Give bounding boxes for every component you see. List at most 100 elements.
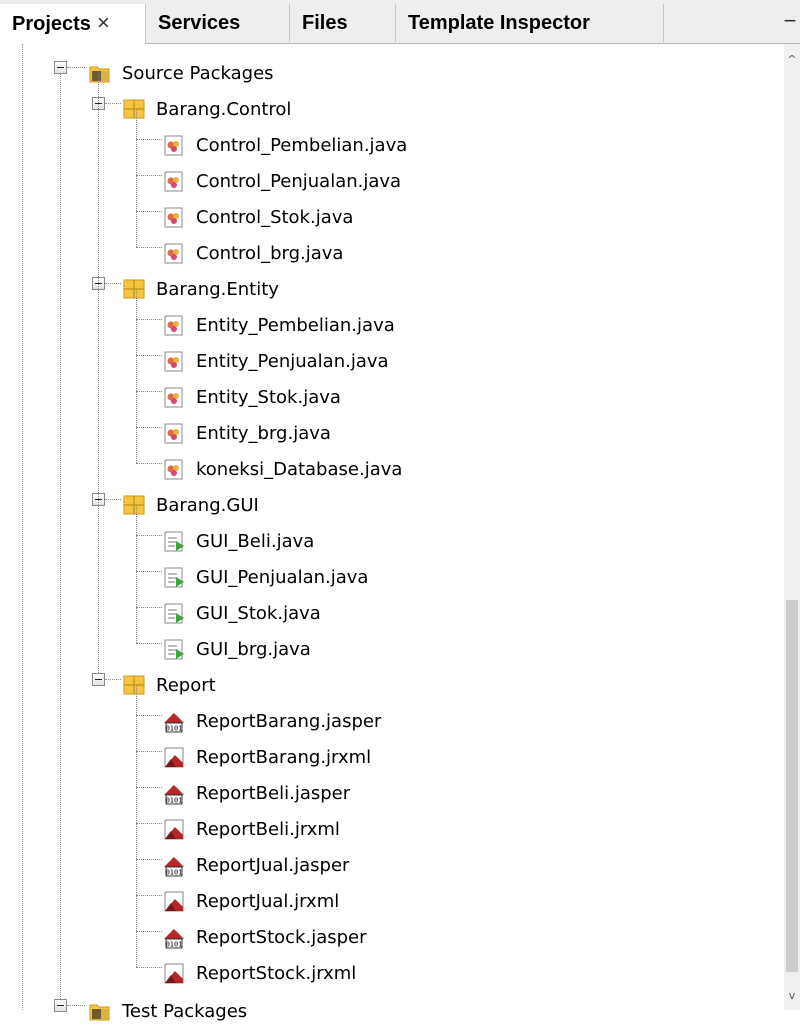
vertical-scrollbar[interactable]: ^ v	[784, 44, 800, 1010]
tree-node-file-label: ReportBeli.jasper	[196, 782, 351, 804]
tree-node-file-label: GUI_Stok.java	[196, 602, 321, 624]
tree-node-source-packages[interactable]: Source Packages	[88, 55, 274, 91]
tree-node-file[interactable]: Entity_Stok.java	[162, 379, 341, 415]
tree-connector	[136, 751, 162, 752]
tree-connector	[136, 110, 137, 247]
tree-node-file[interactable]: koneksi_Database.java	[162, 451, 402, 487]
scroll-thumb[interactable]	[786, 600, 798, 972]
scroll-up-icon[interactable]: ^	[784, 52, 800, 68]
java-form-icon	[162, 601, 186, 625]
tree-node-package[interactable]: Barang.Control	[122, 91, 291, 127]
tab-projects-label: Projects	[12, 13, 91, 35]
tree-node-file-label: ReportJual.jrxml	[196, 890, 340, 912]
tab-template-inspector[interactable]: Template Inspector	[396, 4, 664, 42]
jasper-icon: 0101	[162, 781, 186, 805]
java-class-icon	[162, 313, 186, 337]
tree-connector	[136, 643, 162, 644]
jrxml-icon	[162, 961, 186, 985]
tree-connector	[105, 679, 121, 680]
tree-node-file-label: Control_brg.java	[196, 242, 344, 264]
tree-node-file[interactable]: Control_Pembelian.java	[162, 127, 407, 163]
tree-node-file-label: ReportStock.jasper	[196, 926, 367, 948]
tree-node-file[interactable]: ReportJual.jrxml	[162, 883, 339, 919]
tab-bar: Projects × Services Files Template Inspec…	[0, 0, 800, 45]
tree-node-file-label: Control_Penjualan.java	[196, 170, 402, 192]
tree-node-package-label: Barang.GUI	[156, 494, 259, 516]
tree-node-file-label: Control_Stok.java	[196, 206, 354, 228]
tree-node-file[interactable]: 0101 ReportBarang.jasper	[162, 703, 381, 739]
expander-icon[interactable]	[92, 673, 105, 686]
tree-node-file[interactable]: Entity_Pembelian.java	[162, 307, 395, 343]
tree-node-package-label: Report	[156, 674, 216, 696]
tree-connector	[136, 895, 162, 896]
tree-node-file-label: Control_Pembelian.java	[196, 134, 408, 156]
tree-connector	[136, 290, 137, 463]
tree-connector	[136, 607, 162, 608]
tree-connector	[67, 1005, 85, 1006]
tab-files[interactable]: Files	[290, 4, 396, 42]
tree-node-file[interactable]: Entity_brg.java	[162, 415, 331, 451]
tree-node-source-packages-label: Source Packages	[122, 62, 274, 84]
tree-node-file-label: ReportBarang.jasper	[196, 710, 382, 732]
tree-connector	[136, 931, 162, 932]
java-form-icon	[162, 565, 186, 589]
tree-connector	[136, 823, 162, 824]
tree-node-file[interactable]: Control_Stok.java	[162, 199, 353, 235]
svg-text:0101: 0101	[166, 941, 183, 949]
tree-node-file-label: GUI_Penjualan.java	[196, 566, 369, 588]
tree-node-file[interactable]: GUI_brg.java	[162, 631, 311, 667]
jrxml-icon	[162, 817, 186, 841]
tree-node-file[interactable]: GUI_Beli.java	[162, 523, 314, 559]
package-icon	[122, 493, 146, 517]
tree-node-file[interactable]: 0101 ReportJual.jasper	[162, 847, 349, 883]
java-form-icon	[162, 637, 186, 661]
tab-files-label: Files	[302, 12, 348, 34]
svg-text:0101: 0101	[166, 725, 183, 733]
tree-connector	[105, 283, 121, 284]
tree-node-file[interactable]: 0101 ReportStock.jasper	[162, 919, 367, 955]
minimize-icon[interactable]: −	[780, 6, 800, 40]
tab-services[interactable]: Services	[146, 4, 290, 42]
project-tree: Source Packages Barang.Control Control_Pem…	[0, 44, 800, 1022]
tree-node-package-label: Barang.Control	[156, 98, 292, 120]
tree-node-file-label: Entity_Stok.java	[196, 386, 341, 408]
tree-node-file[interactable]: ReportBeli.jrxml	[162, 811, 340, 847]
tree-node-file[interactable]: Control_brg.java	[162, 235, 343, 271]
scroll-down-icon[interactable]: v	[784, 988, 800, 1004]
close-icon[interactable]: ×	[97, 10, 110, 35]
source-folder-icon	[88, 61, 112, 85]
tree-connector	[136, 463, 162, 464]
tree-node-file[interactable]: 0101 ReportBeli.jasper	[162, 775, 350, 811]
tree-node-file-label: GUI_Beli.java	[196, 530, 315, 552]
tree-node-file-label: Entity_brg.java	[196, 422, 331, 444]
java-class-icon	[162, 385, 186, 409]
tree-node-file-label: GUI_brg.java	[196, 638, 311, 660]
tree-node-file-label: ReportJual.jasper	[196, 854, 350, 876]
expander-icon[interactable]	[54, 61, 67, 74]
tree-node-test-packages[interactable]: Test Packages	[88, 993, 247, 1029]
tree-connector	[60, 74, 61, 999]
package-icon	[122, 97, 146, 121]
tree-node-file[interactable]: Entity_Penjualan.java	[162, 343, 389, 379]
tree-node-file[interactable]: GUI_Stok.java	[162, 595, 321, 631]
tree-connector	[136, 319, 162, 320]
java-class-icon	[162, 133, 186, 157]
tree-node-file[interactable]: GUI_Penjualan.java	[162, 559, 368, 595]
tree-node-file[interactable]: Control_Penjualan.java	[162, 163, 401, 199]
expander-icon[interactable]	[54, 999, 67, 1012]
tree-connector	[136, 686, 137, 967]
package-icon	[122, 673, 146, 697]
tree-node-file[interactable]: ReportBarang.jrxml	[162, 739, 371, 775]
tree-connector	[136, 787, 162, 788]
tree-node-package-label: Barang.Entity	[156, 278, 279, 300]
tree-node-file[interactable]: ReportStock.jrxml	[162, 955, 356, 991]
java-form-icon	[162, 529, 186, 553]
tree-node-package[interactable]: Barang.GUI	[122, 487, 259, 523]
tree-connector	[136, 859, 162, 860]
svg-text:0101: 0101	[166, 797, 183, 805]
tree-connector	[67, 67, 85, 68]
tree-node-package[interactable]: Barang.Entity	[122, 271, 279, 307]
java-class-icon	[162, 349, 186, 373]
jrxml-icon	[162, 745, 186, 769]
tab-projects[interactable]: Projects ×	[0, 4, 146, 45]
